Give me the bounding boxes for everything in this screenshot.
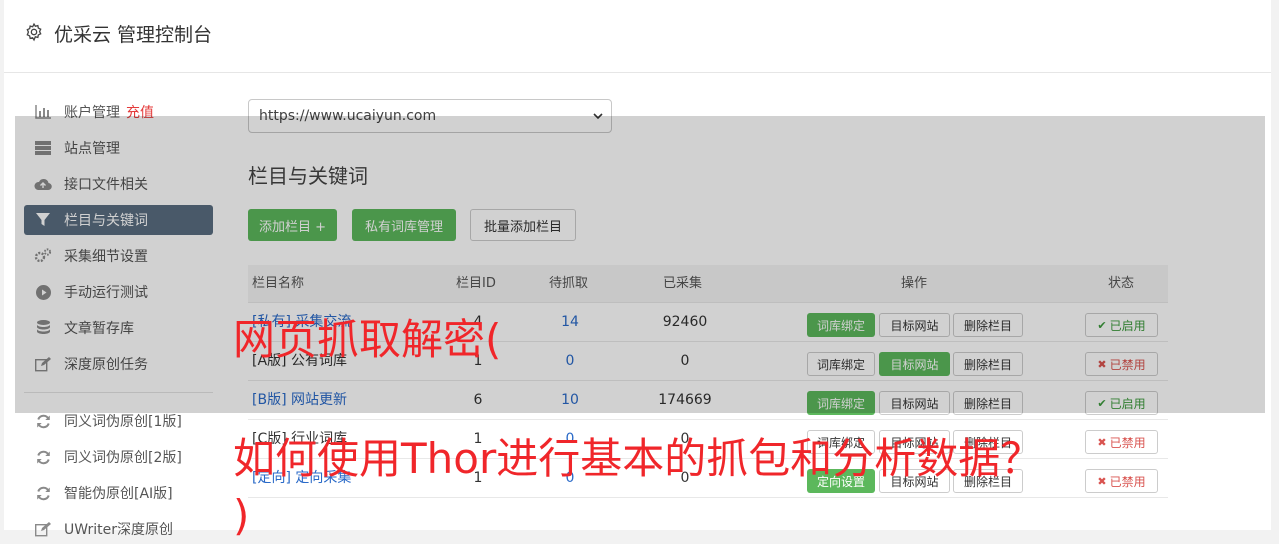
status-toggle[interactable]: ✖ 已禁用 — [1085, 430, 1158, 454]
app-header: 优采云 管理控制台 — [4, 0, 1271, 73]
watermark-line-1: 网页抓取解密( — [233, 315, 502, 364]
sidebar-item-label: 同义词伪原创[2版] — [64, 450, 182, 466]
row-divider — [248, 497, 1168, 498]
refresh-icon — [34, 484, 52, 502]
watermark-line-2: 如何使用Thor进行基本的抓包和分析数据？ — [233, 434, 1043, 483]
watermark-line-3: ) — [233, 491, 250, 540]
sidebar-item-label: 同义词伪原创[1版] — [64, 414, 182, 430]
refresh-icon — [34, 448, 52, 466]
status-toggle[interactable]: ✖ 已禁用 — [1085, 469, 1158, 493]
app-title: 优采云 管理控制台 — [54, 24, 213, 46]
gear-icon — [26, 22, 42, 42]
sidebar-item-synonym-v2[interactable]: 同义词伪原创[2版] — [24, 442, 213, 472]
refresh-icon — [34, 412, 52, 430]
sidebar-item-label: 智能伪原创[AI版] — [64, 486, 173, 502]
sidebar-item-label: UWriter深度原创 — [64, 522, 173, 538]
status-label: 已禁用 — [1109, 435, 1146, 450]
x-icon: ✖ — [1097, 474, 1107, 488]
x-icon: ✖ — [1097, 435, 1107, 449]
sidebar-item-uwriter[interactable]: UWriter深度原创 — [24, 514, 213, 544]
status-label: 已禁用 — [1109, 474, 1146, 489]
edit-icon — [34, 520, 52, 538]
sidebar-item-ai-original[interactable]: 智能伪原创[AI版] — [24, 478, 213, 508]
row-divider — [248, 419, 1168, 420]
gray-overlay — [15, 116, 1265, 413]
